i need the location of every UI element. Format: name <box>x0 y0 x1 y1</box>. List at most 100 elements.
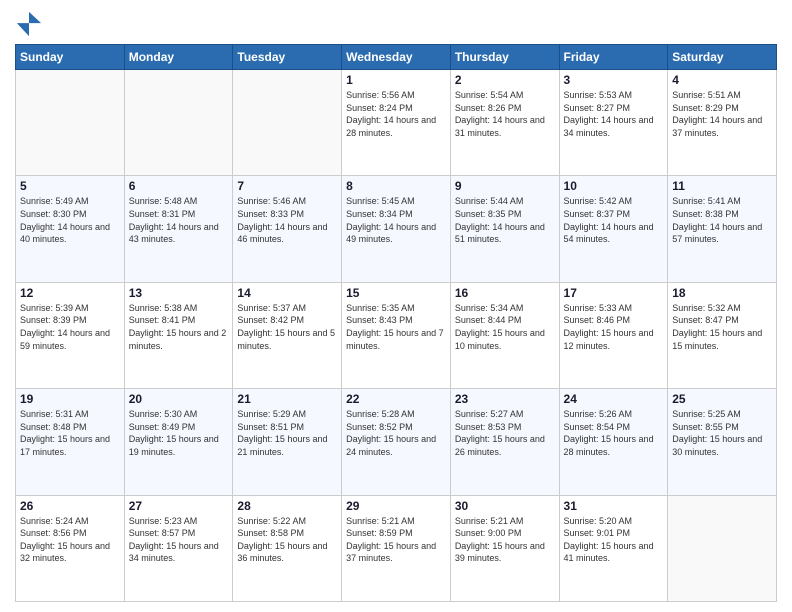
calendar-cell: 30 Sunrise: 5:21 AM Sunset: 9:00 PM Dayli… <box>450 495 559 601</box>
header <box>15 10 777 38</box>
day-number: 13 <box>129 286 229 300</box>
day-number: 16 <box>455 286 555 300</box>
calendar-cell: 9 Sunrise: 5:44 AM Sunset: 8:35 PM Daylig… <box>450 176 559 282</box>
cell-info: Sunrise: 5:38 AM Sunset: 8:41 PM Dayligh… <box>129 302 229 352</box>
cell-info: Sunrise: 5:24 AM Sunset: 8:56 PM Dayligh… <box>20 515 120 565</box>
cell-info: Sunrise: 5:30 AM Sunset: 8:49 PM Dayligh… <box>129 408 229 458</box>
calendar-cell: 10 Sunrise: 5:42 AM Sunset: 8:37 PM Dayli… <box>559 176 668 282</box>
calendar-cell <box>16 70 125 176</box>
cell-info: Sunrise: 5:35 AM Sunset: 8:43 PM Dayligh… <box>346 302 446 352</box>
calendar-cell: 6Sunrise: 5:48 AM Sunset: 8:31 PM Daylig… <box>124 176 233 282</box>
day-number: 26 <box>20 499 120 513</box>
cell-info: Sunrise: 5:31 AM Sunset: 8:48 PM Dayligh… <box>20 408 120 458</box>
calendar-cell: 1 Sunrise: 5:56 AM Sunset: 8:24 PM Daylig… <box>342 70 451 176</box>
calendar-week-row: 1 Sunrise: 5:56 AM Sunset: 8:24 PM Daylig… <box>16 70 777 176</box>
day-number: 4 <box>672 73 772 87</box>
calendar-cell: 15Sunrise: 5:35 AM Sunset: 8:43 PM Dayli… <box>342 282 451 388</box>
day-of-week-header: Friday <box>559 45 668 70</box>
calendar-cell <box>668 495 777 601</box>
day-number: 1 <box>346 73 446 87</box>
calendar-cell: 17Sunrise: 5:33 AM Sunset: 8:46 PM Dayli… <box>559 282 668 388</box>
calendar-cell: 31 Sunrise: 5:20 AM Sunset: 9:01 PM Dayli… <box>559 495 668 601</box>
day-of-week-header: Tuesday <box>233 45 342 70</box>
day-number: 29 <box>346 499 446 513</box>
day-number: 8 <box>346 179 446 193</box>
cell-info: Sunrise: 5:21 AM Sunset: 9:00 PM Dayligh… <box>455 515 555 565</box>
cell-info: Sunrise: 5:33 AM Sunset: 8:46 PM Dayligh… <box>564 302 664 352</box>
calendar-cell: 24 Sunrise: 5:26 AM Sunset: 8:54 PM Dayli… <box>559 389 668 495</box>
cell-info: Sunrise: 5:37 AM Sunset: 8:42 PM Dayligh… <box>237 302 337 352</box>
calendar-cell: 11 Sunrise: 5:41 AM Sunset: 8:38 PM Dayli… <box>668 176 777 282</box>
day-number: 3 <box>564 73 664 87</box>
day-number: 5 <box>20 179 120 193</box>
calendar-cell: 25Sunrise: 5:25 AM Sunset: 8:55 PM Dayli… <box>668 389 777 495</box>
day-number: 22 <box>346 392 446 406</box>
cell-info: Sunrise: 5:29 AM Sunset: 8:51 PM Dayligh… <box>237 408 337 458</box>
calendar-cell: 16 Sunrise: 5:34 AM Sunset: 8:44 PM Dayli… <box>450 282 559 388</box>
day-of-week-header: Monday <box>124 45 233 70</box>
day-number: 23 <box>455 392 555 406</box>
calendar-cell: 2 Sunrise: 5:54 AM Sunset: 8:26 PM Daylig… <box>450 70 559 176</box>
calendar-table: SundayMondayTuesdayWednesdayThursdayFrid… <box>15 44 777 602</box>
calendar-cell: 22Sunrise: 5:28 AM Sunset: 8:52 PM Dayli… <box>342 389 451 495</box>
cell-info: Sunrise: 5:42 AM Sunset: 8:37 PM Dayligh… <box>564 195 664 245</box>
day-number: 25 <box>672 392 772 406</box>
cell-info: Sunrise: 5:53 AM Sunset: 8:27 PM Dayligh… <box>564 89 664 139</box>
calendar-cell: 4Sunrise: 5:51 AM Sunset: 8:29 PM Daylig… <box>668 70 777 176</box>
calendar-week-row: 12 Sunrise: 5:39 AM Sunset: 8:39 PM Dayli… <box>16 282 777 388</box>
calendar-cell: 27 Sunrise: 5:23 AM Sunset: 8:57 PM Dayli… <box>124 495 233 601</box>
day-of-week-header: Saturday <box>668 45 777 70</box>
day-number: 19 <box>20 392 120 406</box>
day-of-week-header: Sunday <box>16 45 125 70</box>
cell-info: Sunrise: 5:54 AM Sunset: 8:26 PM Dayligh… <box>455 89 555 139</box>
calendar-cell: 21 Sunrise: 5:29 AM Sunset: 8:51 PM Dayli… <box>233 389 342 495</box>
cell-info: Sunrise: 5:32 AM Sunset: 8:47 PM Dayligh… <box>672 302 772 352</box>
day-number: 20 <box>129 392 229 406</box>
day-number: 27 <box>129 499 229 513</box>
calendar-cell: 29 Sunrise: 5:21 AM Sunset: 8:59 PM Dayli… <box>342 495 451 601</box>
cell-info: Sunrise: 5:44 AM Sunset: 8:35 PM Dayligh… <box>455 195 555 245</box>
calendar-cell: 28Sunrise: 5:22 AM Sunset: 8:58 PM Dayli… <box>233 495 342 601</box>
day-number: 14 <box>237 286 337 300</box>
calendar-cell: 19 Sunrise: 5:31 AM Sunset: 8:48 PM Dayli… <box>16 389 125 495</box>
day-number: 12 <box>20 286 120 300</box>
day-number: 30 <box>455 499 555 513</box>
day-number: 28 <box>237 499 337 513</box>
calendar-cell: 5 Sunrise: 5:49 AM Sunset: 8:30 PM Daylig… <box>16 176 125 282</box>
cell-info: Sunrise: 5:48 AM Sunset: 8:31 PM Dayligh… <box>129 195 229 245</box>
page: SundayMondayTuesdayWednesdayThursdayFrid… <box>0 0 792 612</box>
calendar-cell: 12 Sunrise: 5:39 AM Sunset: 8:39 PM Dayli… <box>16 282 125 388</box>
day-of-week-header: Wednesday <box>342 45 451 70</box>
calendar-cell <box>124 70 233 176</box>
day-number: 7 <box>237 179 337 193</box>
calendar-cell: 23 Sunrise: 5:27 AM Sunset: 8:53 PM Dayli… <box>450 389 559 495</box>
cell-info: Sunrise: 5:21 AM Sunset: 8:59 PM Dayligh… <box>346 515 446 565</box>
calendar-cell: 14 Sunrise: 5:37 AM Sunset: 8:42 PM Dayli… <box>233 282 342 388</box>
cell-info: Sunrise: 5:27 AM Sunset: 8:53 PM Dayligh… <box>455 408 555 458</box>
day-of-week-header: Thursday <box>450 45 559 70</box>
cell-info: Sunrise: 5:56 AM Sunset: 8:24 PM Dayligh… <box>346 89 446 139</box>
calendar-cell: 18 Sunrise: 5:32 AM Sunset: 8:47 PM Dayli… <box>668 282 777 388</box>
calendar-cell: 13 Sunrise: 5:38 AM Sunset: 8:41 PM Dayli… <box>124 282 233 388</box>
cell-info: Sunrise: 5:41 AM Sunset: 8:38 PM Dayligh… <box>672 195 772 245</box>
day-number: 24 <box>564 392 664 406</box>
day-number: 31 <box>564 499 664 513</box>
cell-info: Sunrise: 5:46 AM Sunset: 8:33 PM Dayligh… <box>237 195 337 245</box>
calendar-cell: 20 Sunrise: 5:30 AM Sunset: 8:49 PM Dayli… <box>124 389 233 495</box>
calendar-cell: 3 Sunrise: 5:53 AM Sunset: 8:27 PM Daylig… <box>559 70 668 176</box>
day-number: 21 <box>237 392 337 406</box>
day-number: 9 <box>455 179 555 193</box>
day-number: 2 <box>455 73 555 87</box>
cell-info: Sunrise: 5:26 AM Sunset: 8:54 PM Dayligh… <box>564 408 664 458</box>
cell-info: Sunrise: 5:39 AM Sunset: 8:39 PM Dayligh… <box>20 302 120 352</box>
calendar-week-row: 19 Sunrise: 5:31 AM Sunset: 8:48 PM Dayli… <box>16 389 777 495</box>
calendar-cell: 26 Sunrise: 5:24 AM Sunset: 8:56 PM Dayli… <box>16 495 125 601</box>
day-number: 11 <box>672 179 772 193</box>
cell-info: Sunrise: 5:49 AM Sunset: 8:30 PM Dayligh… <box>20 195 120 245</box>
day-number: 18 <box>672 286 772 300</box>
cell-info: Sunrise: 5:34 AM Sunset: 8:44 PM Dayligh… <box>455 302 555 352</box>
day-number: 10 <box>564 179 664 193</box>
cell-info: Sunrise: 5:20 AM Sunset: 9:01 PM Dayligh… <box>564 515 664 565</box>
cell-info: Sunrise: 5:23 AM Sunset: 8:57 PM Dayligh… <box>129 515 229 565</box>
calendar-week-row: 5 Sunrise: 5:49 AM Sunset: 8:30 PM Daylig… <box>16 176 777 282</box>
